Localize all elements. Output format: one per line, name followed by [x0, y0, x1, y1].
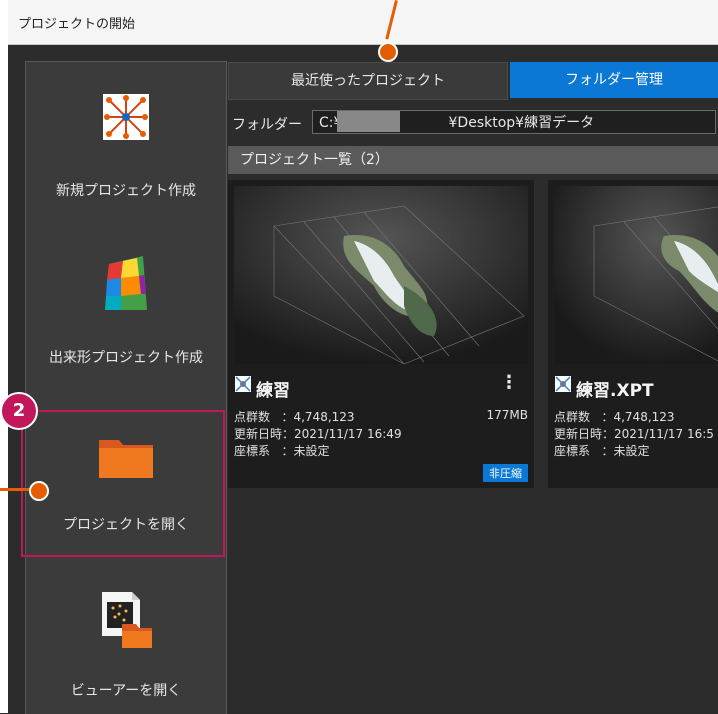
project-card[interactable]: 練習 ⋮ 点群数 ：4,748,123 177MB 更新日時：2021/11/1… — [228, 180, 534, 488]
sidebar-item-open-viewer[interactable]: ビューアーを開く — [26, 562, 226, 712]
title-bar: プロジェクトの開始 — [8, 0, 718, 45]
sidebar-item-label: ビューアーを開く — [70, 683, 182, 699]
tab-recent-projects[interactable]: 最近使ったプロジェクト — [228, 62, 508, 100]
left-margin — [0, 0, 8, 713]
file-size: 177MB — [486, 408, 529, 422]
project-file-icon — [555, 376, 571, 392]
folder-path-suffix: ¥Desktop¥練習データ — [448, 115, 595, 131]
more-options-icon[interactable]: ⋮ — [500, 372, 518, 393]
project-thumbnail — [234, 186, 528, 364]
sidebar: 新規プロジェクト作成 出来形プロジェクト作成 プロジェクトを開く ビューアーを開… — [25, 61, 227, 714]
redaction-mask — [337, 111, 400, 132]
point-count: 点群数 ：4,748,123 — [554, 410, 675, 424]
project-thumbnail — [554, 186, 718, 364]
folder-row: フォルダー C:¥Users¥¥Desktop¥練習データ — [228, 108, 718, 138]
project-list-header: プロジェクト一覧（2） — [228, 146, 718, 174]
coordinate-system: 座標系 ：未設定 — [554, 444, 650, 458]
sidebar-item-label: 新規プロジェクト作成 — [56, 183, 196, 199]
folder-label: フォルダー — [232, 117, 302, 133]
sidebar-item-as-built-project[interactable]: 出来形プロジェクト作成 — [26, 242, 226, 412]
updated-time: 更新日時：2021/11/17 16:49 — [234, 427, 402, 441]
highlight-box — [21, 410, 225, 557]
project-name: 練習.XPT — [576, 381, 654, 401]
new-project-icon — [103, 94, 149, 140]
project-name: 練習 — [256, 381, 290, 401]
step-badge: 2 — [0, 392, 38, 430]
viewer-icon — [102, 592, 152, 648]
project-file-icon — [235, 376, 251, 392]
project-card[interactable]: 練習.XPT 点群数 ：4,748,123 更新日時：2021/11/17 16… — [548, 180, 718, 488]
compression-badge: 非圧縮 — [483, 464, 528, 482]
updated-time: 更新日時：2021/11/17 16:5 — [554, 427, 714, 441]
sidebar-item-new-project[interactable]: 新規プロジェクト作成 — [26, 82, 226, 242]
callout-dot-top — [378, 42, 398, 62]
tab-folder-management[interactable]: フォルダー管理 — [510, 62, 718, 98]
point-count: 点群数 ：4,748,123 — [234, 410, 355, 424]
callout-dot-left — [29, 481, 49, 501]
window-title: プロジェクトの開始 — [18, 17, 136, 32]
coordinate-system: 座標系 ：未設定 — [234, 444, 330, 458]
sidebar-item-label: 出来形プロジェクト作成 — [49, 350, 203, 366]
as-built-project-icon — [105, 256, 147, 310]
